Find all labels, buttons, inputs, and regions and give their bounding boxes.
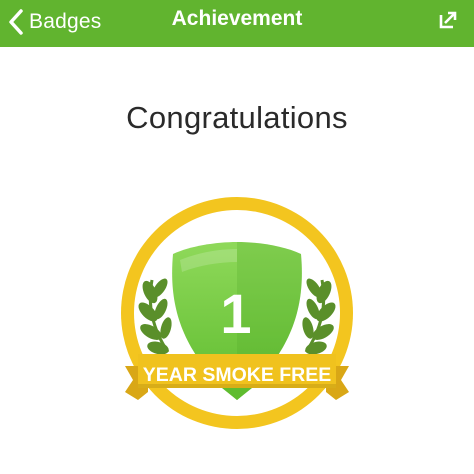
badge-number: 1 [220,282,251,345]
ribbon-text: YEAR SMOKE FREE [143,364,332,386]
achievement-screen: Badges Achievement Congratulations 1 YEA… [0,0,474,474]
achievement-badge: 1 YEAR SMOKE FREE [121,197,353,429]
